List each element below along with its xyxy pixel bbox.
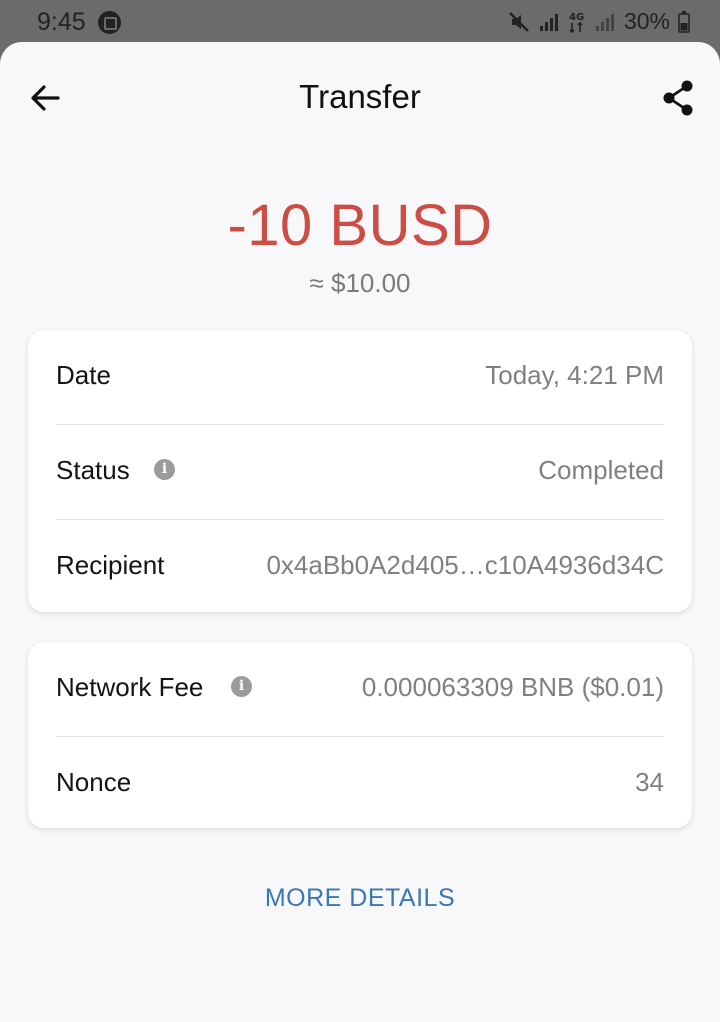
- 4g-icon: 4G: [569, 12, 584, 33]
- info-icon[interactable]: i: [154, 459, 175, 480]
- detail-row-network-fee: Network Fee i 0.000063309 BNB ($0.01): [56, 642, 664, 737]
- status-bar: 9:45 4G 30%: [0, 0, 720, 44]
- status-icons: 4G 30%: [508, 8, 690, 35]
- svg-text:4G: 4G: [569, 12, 584, 23]
- signal-icon: [595, 13, 614, 31]
- fiat-amount: ≈ $10.00: [309, 268, 411, 298]
- recipient-label: Recipient: [56, 550, 165, 580]
- info-icon[interactable]: i: [231, 676, 252, 697]
- status-value: Completed: [538, 455, 664, 485]
- transfer-amount: -10 BUSD: [227, 193, 493, 258]
- nonce-label: Nonce: [56, 767, 132, 797]
- status-label: Status: [56, 455, 130, 485]
- top-app-bar: Transfer: [0, 42, 720, 154]
- share-button[interactable]: [658, 78, 698, 118]
- date-label: Date: [56, 360, 111, 390]
- signal-icon: [539, 13, 558, 31]
- date-value: Today, 4:21 PM: [485, 360, 664, 390]
- notification-icon: [98, 11, 121, 34]
- status-time: 9:45: [37, 8, 86, 36]
- transaction-details-card: Date Today, 4:21 PM Status i Completed R…: [28, 330, 692, 612]
- more-details-button[interactable]: MORE DETAILS: [0, 884, 720, 913]
- fee-details-card: Network Fee i 0.000063309 BNB ($0.01) No…: [28, 642, 692, 828]
- battery-percent: 30%: [623, 8, 670, 34]
- recipient-address[interactable]: 0x4aBb0A2d405…c10A4936d34C: [266, 550, 664, 581]
- network-fee-label: Network Fee: [56, 672, 204, 702]
- nonce-value: 34: [635, 767, 664, 797]
- detail-row-status: Status i Completed: [56, 425, 664, 520]
- detail-row-nonce: Nonce 34: [56, 737, 664, 831]
- network-fee-value: 0.000063309 BNB ($0.01): [361, 672, 664, 702]
- transaction-sheet: Transfer -10 BUSD ≈ $10.00 Date Today, 4…: [0, 42, 720, 1022]
- battery-icon: [678, 10, 690, 33]
- share-icon: [663, 80, 693, 116]
- detail-row-recipient[interactable]: Recipient 0x4aBb0A2d405…c10A4936d34C: [56, 520, 664, 614]
- mute-icon: [509, 11, 529, 32]
- page-title: Transfer: [299, 78, 421, 115]
- detail-row-date: Date Today, 4:21 PM: [56, 330, 664, 425]
